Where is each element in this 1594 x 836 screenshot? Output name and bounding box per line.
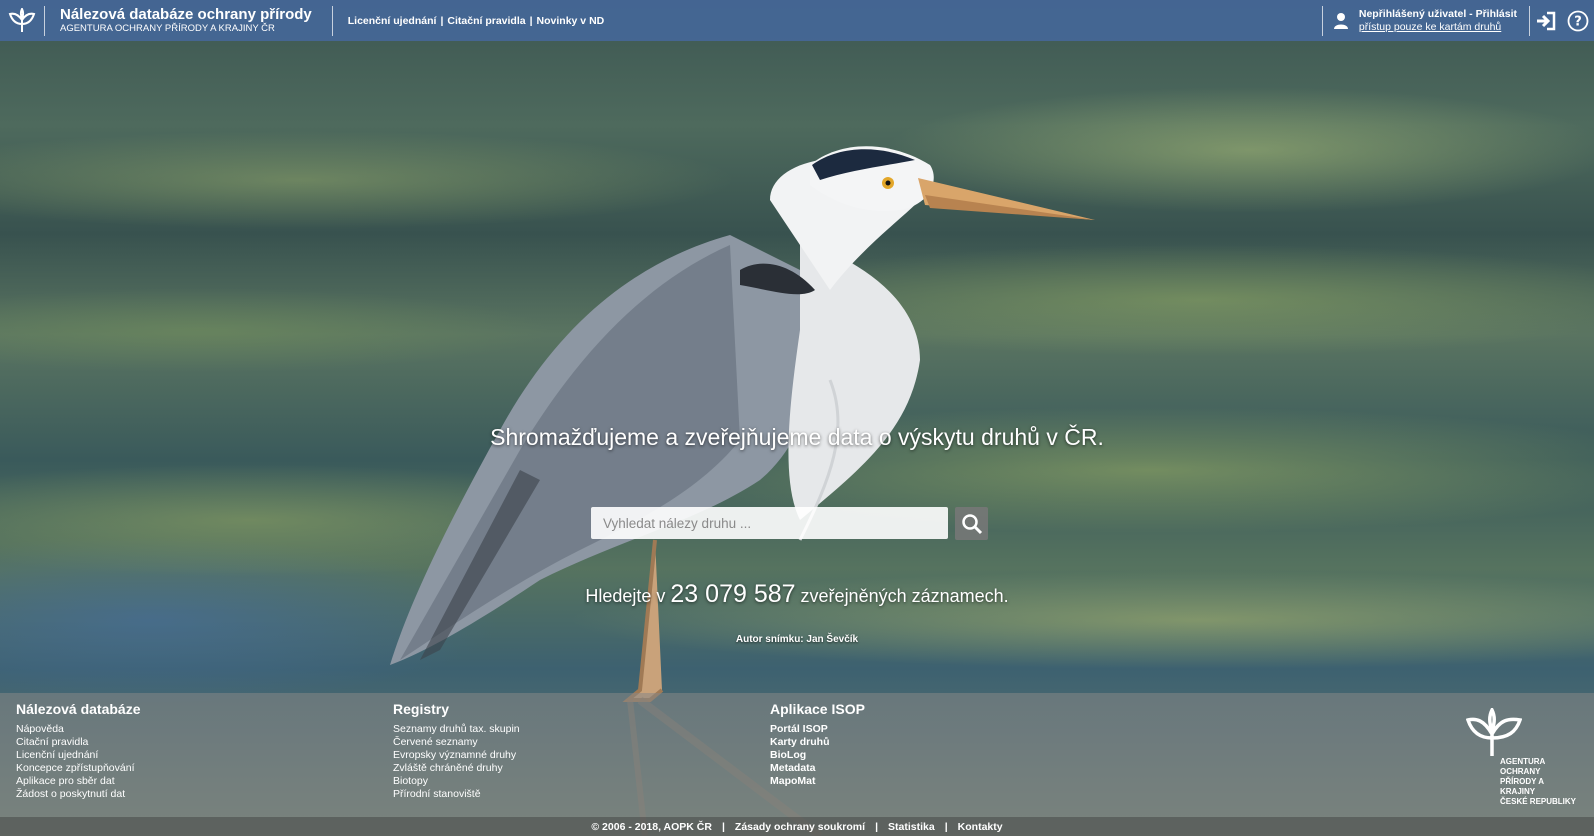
link-separator: | [529,14,533,27]
login-link[interactable]: Nepřihlášený uživatel - Přihlásit [1359,8,1517,20]
header-right: Nepřihlášený uživatel - Přihlásit přístu… [1321,0,1594,41]
footer-link[interactable]: MapoMat [770,775,865,788]
footer-link[interactable]: Metadata [770,762,865,775]
count-value: 23 079 587 [670,580,796,608]
search-icon [961,513,982,534]
footer-link[interactable]: BioLog [770,749,865,762]
logo-line: ČESKÉ REPUBLIKY [1500,797,1577,806]
bottom-separator: | [875,820,879,833]
footer-col-database: Nálezová databáze Nápověda Citační pravi… [16,701,141,801]
link-licence[interactable]: Licenční ujednání [348,15,437,27]
help-button[interactable]: ? [1562,0,1594,41]
footer-col-isop: Aplikace ISOP Portál ISOP Karty druhů Bi… [770,701,865,788]
tagline: Shromažďujeme a zveřejňujeme data o výsk… [490,424,1104,450]
record-count: Hledejte v 23 079 587 zveřejněných zázna… [0,580,1594,609]
svg-text:?: ? [1574,14,1582,29]
footer: Nálezová databáze Nápověda Citační pravi… [0,693,1594,817]
link-contacts[interactable]: Kontakty [958,821,1003,833]
bottom-separator: | [721,820,725,833]
search-button[interactable] [955,507,988,540]
footer-link[interactable]: Koncepce zpřístupňování [16,762,141,775]
brand[interactable]: Nálezová databáze ochrany přírody AGENTU… [45,7,332,34]
footer-col-title: Aplikace ISOP [770,701,865,717]
count-suffix: zveřejněných záznamech. [800,586,1009,606]
link-statistics[interactable]: Statistika [888,821,935,833]
count-prefix: Hledejte v [585,586,666,606]
access-note[interactable]: přístup pouze ke kartám druhů [1359,21,1517,33]
bottom-bar: © 2006 - 2018, AOPK ČR | Zásady ochrany … [0,817,1594,836]
footer-link[interactable]: Přírodní stanoviště [393,788,520,801]
footer-link[interactable]: Seznamy druhů tax. skupin [393,723,520,736]
logo-line: PŘÍRODY A KRAJINY [1500,777,1544,796]
footer-link[interactable]: Portál ISOP [770,723,865,736]
login-button[interactable] [1530,0,1562,41]
site-title[interactable]: Nálezová databáze ochrany přírody [60,7,312,24]
site-subtitle: AGENTURA OCHRANY PŘÍRODY A KRAJINY ČR [60,22,275,34]
top-header: Nálezová databáze ochrany přírody AGENTU… [0,0,1594,41]
help-icon: ? [1567,10,1589,31]
copyright: © 2006 - 2018, AOPK ČR [591,820,712,833]
search-input[interactable] [591,507,948,539]
user-block[interactable]: Nepřihlášený uživatel - Přihlásit přístu… [1323,8,1529,33]
aopk-logo-icon [1465,706,1523,756]
footer-col-title: Registry [393,701,450,717]
aopk-footer-logo[interactable]: AGENTURA OCHRANY PŘÍRODY A KRAJINY ČESKÉ… [1465,706,1577,807]
footer-link[interactable]: Nápověda [16,723,141,736]
footer-col-title: Nálezová databáze [16,701,141,717]
footer-col-registries: Registry Seznamy druhů tax. skupin Červe… [393,701,520,801]
photo-credit: Autor snímku: Jan Ševčík [735,634,859,645]
search-bar [591,507,988,540]
user-icon [1333,12,1348,29]
bottom-separator: | [944,820,948,833]
footer-link[interactable]: Licenční ujednání [16,749,141,762]
footer-link[interactable]: Evropsky významné druhy [393,749,520,762]
footer-link[interactable]: Červené seznamy [393,736,520,749]
link-separator: | [440,14,444,27]
logo-line: AGENTURA OCHRANY [1500,757,1546,776]
footer-link[interactable]: Zvláště chráněné druhy [393,762,520,775]
link-citation-rules[interactable]: Citační pravidla [447,15,525,27]
aopk-logo-icon[interactable] [0,0,44,41]
footer-link[interactable]: Karty druhů [770,736,865,749]
footer-link[interactable]: Biotopy [393,775,520,788]
footer-link[interactable]: Žádost o poskytnutí dat [16,788,141,801]
sign-in-icon [1537,11,1556,30]
footer-link[interactable]: Citační pravidla [16,736,141,749]
link-privacy[interactable]: Zásady ochrany soukromí [735,821,865,833]
header-links: Licenční ujednání | Citační pravidla | N… [333,15,604,27]
link-news[interactable]: Novinky v ND [537,15,605,27]
footer-link[interactable]: Aplikace pro sběr dat [16,775,141,788]
